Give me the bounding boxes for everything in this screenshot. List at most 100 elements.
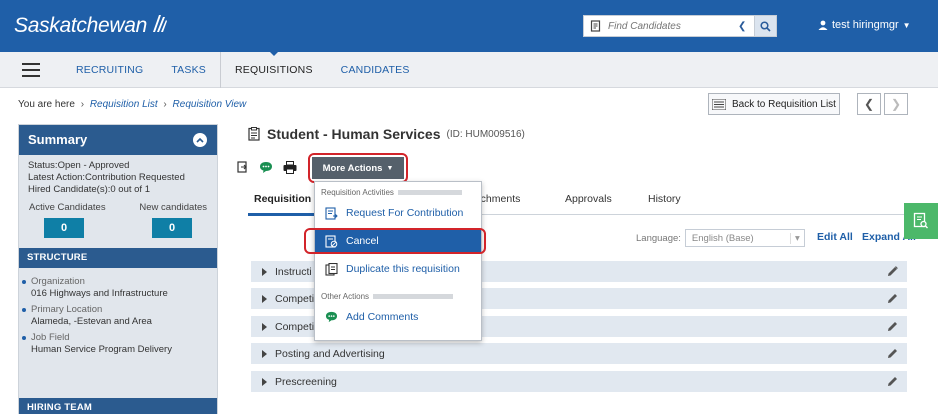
chevron-right-icon: › — [80, 99, 85, 110]
document-icon — [248, 127, 260, 141]
tab-history[interactable]: History — [648, 193, 681, 205]
wheat-logo-icon — [150, 12, 168, 40]
back-button-label: Back to Requisition List — [732, 98, 836, 110]
menu-group-label: Requisition Activities — [321, 188, 394, 197]
next-button[interactable]: ❯ — [884, 93, 908, 115]
active-candidates-label: Active Candidates — [29, 202, 106, 213]
latest-action-label: Latest Action: — [28, 172, 86, 183]
structure-heading: STRUCTURE — [19, 248, 217, 268]
document-search-icon — [913, 212, 928, 229]
hiring-team-heading: HIRING TEAM — [19, 398, 217, 414]
new-candidates-count[interactable]: 0 — [152, 218, 192, 238]
hired-label: Hired Candidate(s): — [28, 184, 111, 195]
edit-pencil-icon[interactable] — [886, 292, 899, 305]
menu-item-label: Duplicate this requisition — [346, 263, 460, 275]
chevron-left-icon: ❮ — [863, 97, 875, 111]
print-icon[interactable] — [283, 160, 297, 174]
menu-item-label: Request For Contribution — [346, 207, 464, 219]
section-posting-advertising[interactable]: Posting and Advertising — [251, 343, 907, 364]
requisition-title-row: Student - Human Services (ID: HUM009516) — [248, 126, 525, 142]
structure-item: Job Field Human Service Program Delivery — [19, 328, 217, 356]
active-tab-indicator — [248, 213, 314, 216]
menu-item-request-contribution[interactable]: Request For Contribution — [315, 202, 481, 224]
nav-candidates[interactable]: CANDIDATES — [327, 52, 424, 88]
collapse-chevron-icon[interactable] — [193, 133, 207, 147]
nav-recruiting[interactable]: RECRUITING — [62, 52, 157, 88]
more-actions-menu: Requisition Activities Request For Contr… — [314, 181, 482, 341]
chevron-down-icon[interactable]: ❮ — [738, 21, 746, 32]
search-icon — [760, 20, 771, 32]
duplicate-icon — [325, 262, 338, 276]
structure-item-label: Job Field — [31, 332, 70, 343]
menu-group-label: Other Actions — [321, 292, 370, 301]
edit-pencil-icon[interactable] — [886, 375, 899, 388]
comment-icon — [325, 311, 338, 323]
chevron-down-icon: ▾ — [789, 232, 804, 244]
chevron-right-icon: ❯ — [890, 97, 902, 111]
user-icon — [818, 20, 828, 30]
breadcrumb-requisition-list[interactable]: Requisition List — [90, 99, 158, 110]
logo[interactable]: Saskatchewan — [14, 12, 168, 40]
back-to-list-button[interactable]: Back to Requisition List — [708, 93, 840, 115]
section-label: Prescreening — [275, 375, 337, 388]
edit-pencil-icon[interactable] — [886, 320, 899, 333]
language-label: Language: — [636, 232, 681, 244]
search-button[interactable] — [755, 15, 777, 37]
edit-pencil-icon[interactable] — [886, 265, 899, 278]
status-value: Open - Approved — [57, 160, 130, 171]
top-header: Saskatchewan ❮ — [0, 0, 938, 52]
tab-approvals[interactable]: Approvals — [565, 193, 612, 205]
status-label: Status: — [28, 160, 58, 171]
section-label: Instructi — [275, 265, 312, 278]
summary-header[interactable]: Summary — [19, 125, 217, 155]
structure-item-label: Organization — [31, 276, 85, 287]
hired-value: 0 out of 1 — [110, 184, 150, 195]
section-label: Competi — [275, 320, 315, 333]
search-input[interactable] — [608, 20, 718, 32]
candidate-search: ❮ — [583, 15, 777, 37]
edit-pencil-icon[interactable] — [886, 347, 899, 360]
page-title: Student - Human Services — [267, 126, 441, 142]
logo-text: Saskatchewan — [14, 14, 147, 37]
main-nav: RECRUITING TASKS REQUISITIONS CANDIDATES — [0, 51, 938, 88]
active-indicator-icon — [268, 51, 279, 56]
share-icon[interactable] — [236, 160, 249, 174]
tab-requisition-info[interactable]: Requisition Ir — [254, 193, 321, 205]
nav-requisitions[interactable]: REQUISITIONS — [221, 51, 327, 88]
previous-button[interactable]: ❮ — [857, 93, 881, 115]
menu-item-duplicate[interactable]: Duplicate this requisition — [315, 258, 481, 280]
language-selector: Language: English (Base) ▾ — [636, 229, 805, 247]
user-menu[interactable]: test hiringmgr ▼ — [818, 19, 911, 31]
menu-group-other-actions: Other Actions — [321, 292, 454, 301]
new-candidates-label: New candidates — [139, 202, 207, 213]
nav-tasks[interactable]: TASKS — [157, 52, 221, 88]
side-panel-toggle[interactable] — [904, 203, 938, 239]
chevron-right-icon: › — [163, 99, 167, 110]
section-label: Competi — [275, 292, 315, 305]
comment-icon[interactable] — [259, 161, 273, 174]
structure-item-value: 016 Highways and Infrastructure — [31, 288, 168, 299]
expand-arrow-icon — [262, 349, 267, 358]
summary-title: Summary — [28, 132, 88, 147]
search-field[interactable]: ❮ — [583, 15, 755, 37]
edit-all-link[interactable]: Edit All — [817, 231, 853, 243]
structure-item: Primary Location Alameda, -Estevan and A… — [19, 300, 217, 328]
highlight-box — [308, 153, 408, 183]
document-icon — [590, 20, 601, 32]
active-candidates-count[interactable]: 0 — [44, 218, 84, 238]
nav-requisitions-label: REQUISITIONS — [235, 64, 313, 76]
requisition-id: (ID: HUM009516) — [446, 128, 525, 140]
structure-item-value: Human Service Program Delivery — [31, 344, 172, 355]
hamburger-menu-icon[interactable] — [22, 63, 40, 77]
language-value: English (Base) — [691, 232, 754, 244]
breadcrumb: You are here › Requisition List › Requis… — [18, 99, 246, 110]
latest-action-value: Contribution Requested — [85, 172, 185, 183]
section-prescreening[interactable]: Prescreening — [251, 371, 907, 392]
section-label: Posting and Advertising — [275, 347, 385, 360]
highlight-box — [304, 228, 486, 254]
language-select[interactable]: English (Base) ▾ — [684, 229, 805, 247]
expand-arrow-icon — [262, 294, 267, 303]
request-contribution-icon — [325, 206, 338, 220]
menu-item-add-comments[interactable]: Add Comments — [315, 306, 481, 328]
expand-arrow-icon — [262, 322, 267, 331]
